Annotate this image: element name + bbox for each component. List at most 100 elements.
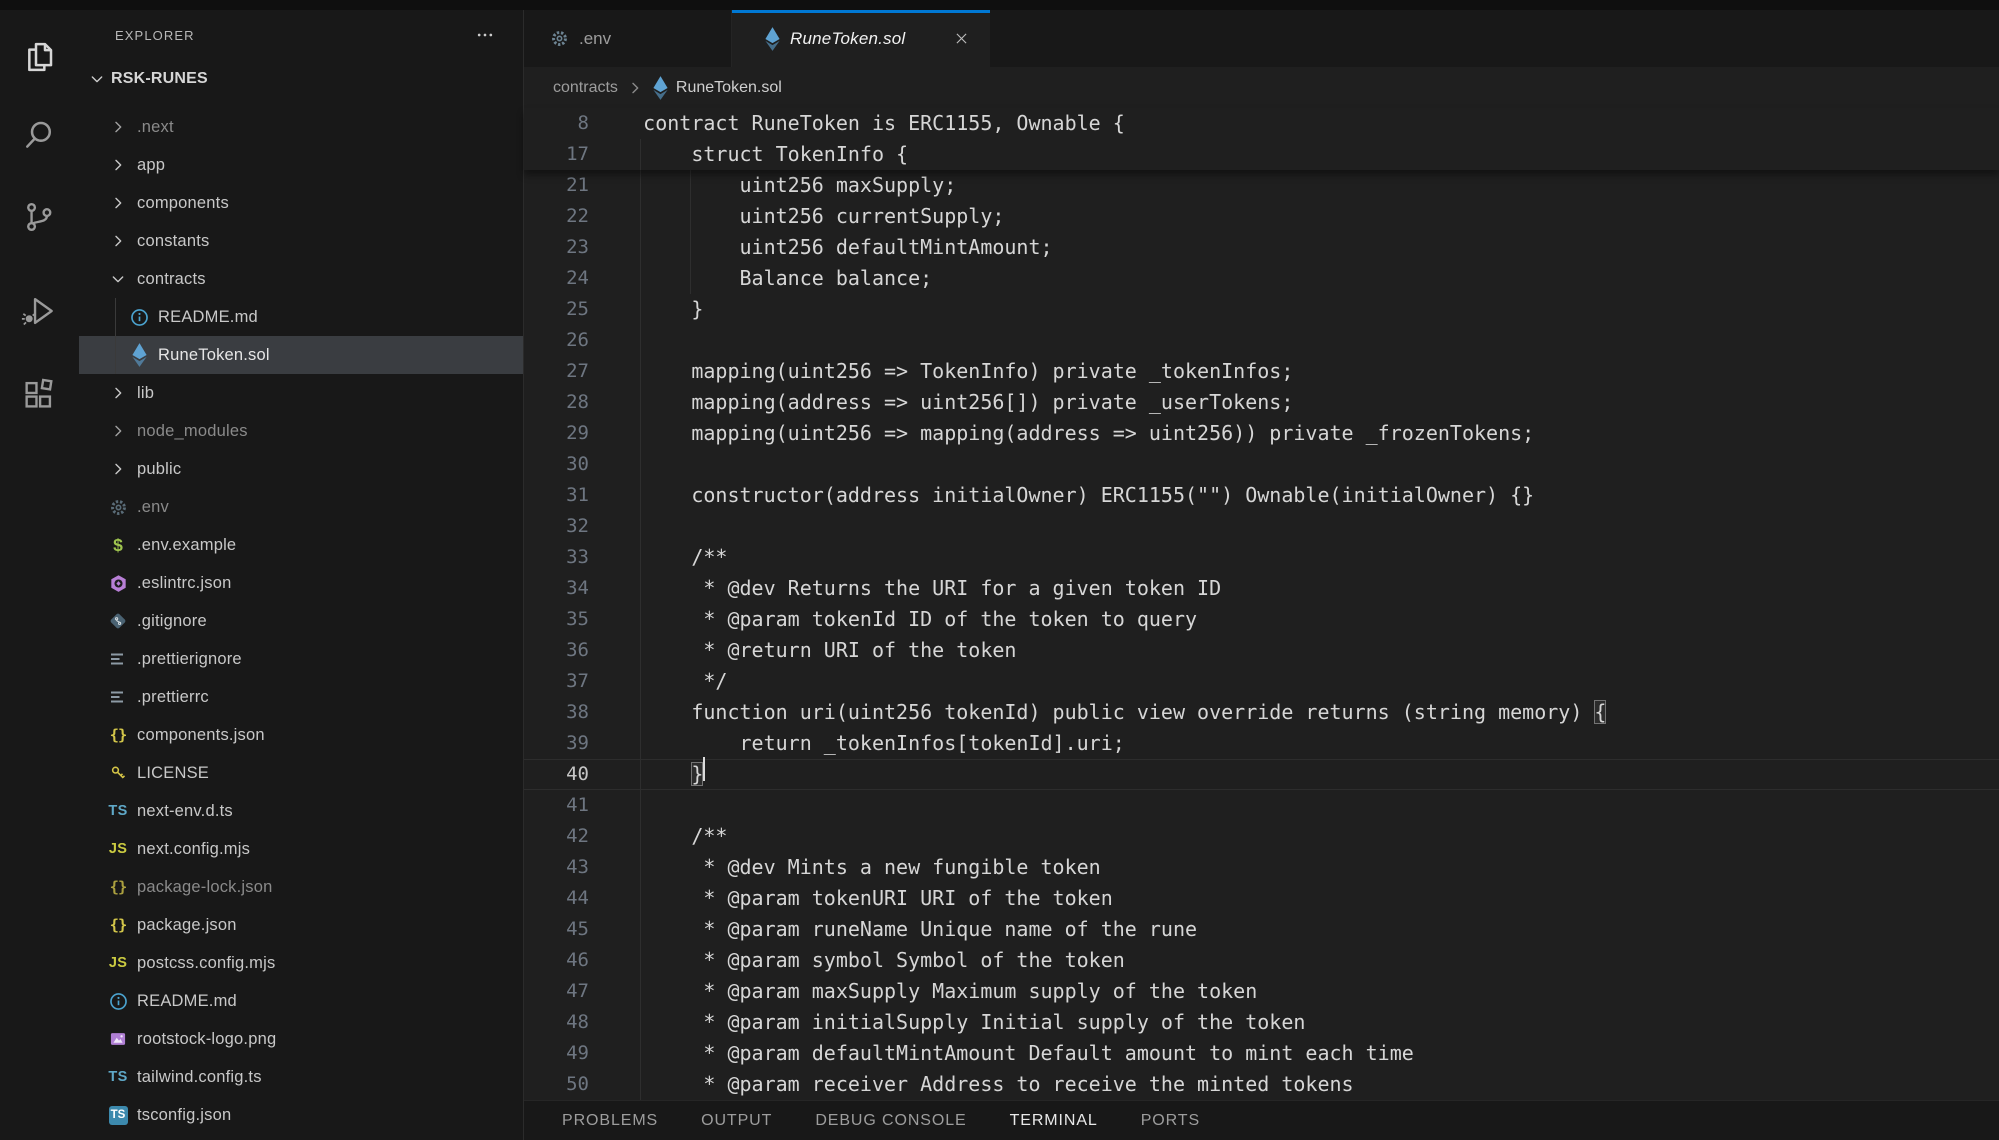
tree-file--prettierrc[interactable]: .prettierrc bbox=[79, 678, 523, 716]
tree-file--env-example[interactable]: $.env.example bbox=[79, 526, 523, 564]
code-line-22[interactable]: 22 uint256 currentSupply; bbox=[524, 201, 1999, 232]
tree-folder-public[interactable]: public bbox=[79, 450, 523, 488]
code-line-24[interactable]: 24 Balance balance; bbox=[524, 263, 1999, 294]
code-line-47[interactable]: 47 * @param maxSupply Maximum supply of … bbox=[524, 976, 1999, 1007]
code-line-39[interactable]: 39 return _tokenInfos[tokenId].uri; bbox=[524, 728, 1999, 759]
code-line-32[interactable]: 32 bbox=[524, 511, 1999, 542]
tree-file-next-env-d-ts[interactable]: TSnext-env.d.ts bbox=[79, 792, 523, 830]
activity-search-icon[interactable] bbox=[0, 111, 78, 159]
activity-run-debug-icon[interactable] bbox=[0, 287, 78, 335]
code-line-28[interactable]: 28 mapping(address => uint256[]) private… bbox=[524, 387, 1999, 418]
code-line-35[interactable]: 35 * @param tokenId ID of the token to q… bbox=[524, 604, 1999, 635]
tree-item-label: .env bbox=[137, 498, 169, 517]
code-line-17[interactable]: 17 struct TokenInfo { bbox=[524, 139, 1999, 170]
tree-file-readme-md[interactable]: README.md bbox=[79, 298, 523, 336]
code-line-38[interactable]: 38 function uri(uint256 tokenId) public … bbox=[524, 697, 1999, 728]
breadcrumb-file[interactable]: RuneToken.sol bbox=[676, 79, 782, 97]
code-line-23[interactable]: 23 uint256 defaultMintAmount; bbox=[524, 232, 1999, 263]
tree-file-tailwind-config-ts[interactable]: TStailwind.config.ts bbox=[79, 1058, 523, 1096]
code-text: uint256 maxSupply; bbox=[595, 170, 956, 201]
indent-guide bbox=[640, 1007, 641, 1038]
indent-guide bbox=[640, 697, 641, 728]
code-line-42[interactable]: 42 /** bbox=[524, 821, 1999, 852]
lines-icon bbox=[106, 685, 130, 709]
tree-item-label: .prettierrc bbox=[137, 688, 209, 707]
code-line-25[interactable]: 25 } bbox=[524, 294, 1999, 325]
code-text: return _tokenInfos[tokenId].uri; bbox=[595, 728, 1125, 759]
tree-file--env[interactable]: .env bbox=[79, 488, 523, 526]
ts-icon: TS bbox=[106, 799, 130, 823]
tree-file-readme-md[interactable]: README.md bbox=[79, 982, 523, 1020]
close-icon[interactable] bbox=[953, 30, 970, 47]
line-number: 21 bbox=[524, 170, 595, 201]
code-line-34[interactable]: 34 * @dev Returns the URI for a given to… bbox=[524, 573, 1999, 604]
code-line-30[interactable]: 30 bbox=[524, 449, 1999, 480]
code-line-44[interactable]: 44 * @param tokenURI URI of the token bbox=[524, 883, 1999, 914]
code-line-40[interactable]: 40 } bbox=[524, 759, 1999, 790]
tree-item-label: .prettierignore bbox=[137, 650, 242, 669]
tree-folder-constants[interactable]: constants bbox=[79, 222, 523, 260]
more-actions-icon[interactable] bbox=[475, 25, 495, 50]
code-line-37[interactable]: 37 */ bbox=[524, 666, 1999, 697]
tree-folder-lib[interactable]: lib bbox=[79, 374, 523, 412]
code-line-29[interactable]: 29 mapping(uint256 => mapping(address =>… bbox=[524, 418, 1999, 449]
chevron-right-icon bbox=[627, 80, 643, 96]
tree-folder-contracts[interactable]: contracts bbox=[79, 260, 523, 298]
code-line-49[interactable]: 49 * @param defaultMintAmount Default am… bbox=[524, 1038, 1999, 1069]
panel-tab-problems[interactable]: PROBLEMS bbox=[562, 1112, 658, 1130]
activity-source-control-icon[interactable] bbox=[0, 193, 78, 241]
code-line-50[interactable]: 50 * @param receiver Address to receive … bbox=[524, 1069, 1999, 1100]
code-line-43[interactable]: 43 * @dev Mints a new fungible token bbox=[524, 852, 1999, 883]
tree-item-label: .eslintrc.json bbox=[137, 574, 232, 593]
code-line-26[interactable]: 26 bbox=[524, 325, 1999, 356]
code-area[interactable]: 21 uint256 maxSupply;22 uint256 currentS… bbox=[524, 170, 1999, 1100]
tree-file-package-json[interactable]: {}package.json bbox=[79, 906, 523, 944]
tree-file-package-lock-json[interactable]: {}package-lock.json bbox=[79, 868, 523, 906]
code-line-21[interactable]: 21 uint256 maxSupply; bbox=[524, 170, 1999, 201]
sticky-scroll[interactable]: 8 contract RuneToken is ERC1155, Ownable… bbox=[524, 108, 1999, 170]
panel-tab-ports[interactable]: PORTS bbox=[1141, 1112, 1200, 1130]
activity-explorer-icon[interactable] bbox=[0, 33, 78, 81]
tree-file--gitignore[interactable]: .gitignore bbox=[79, 602, 523, 640]
activity-extensions-icon[interactable] bbox=[0, 371, 78, 419]
tree-file-postcss-config-mjs[interactable]: JSpostcss.config.mjs bbox=[79, 944, 523, 982]
tree-file-rootstock-logo-png[interactable]: rootstock-logo.png bbox=[79, 1020, 523, 1058]
tree-file-tsconfig-json[interactable]: TStsconfig.json bbox=[79, 1096, 523, 1134]
code-text: mapping(uint256 => TokenInfo) private _t… bbox=[595, 356, 1293, 387]
code-line-48[interactable]: 48 * @param initialSupply Initial supply… bbox=[524, 1007, 1999, 1038]
code-line-31[interactable]: 31 constructor(address initialOwner) ERC… bbox=[524, 480, 1999, 511]
tree-file--prettierignore[interactable]: .prettierignore bbox=[79, 640, 523, 678]
code-text: } bbox=[595, 759, 703, 790]
tab--env[interactable]: .env bbox=[524, 10, 732, 67]
code-line-46[interactable]: 46 * @param symbol Symbol of the token bbox=[524, 945, 1999, 976]
project-root-row[interactable]: RSK-RUNES bbox=[79, 60, 523, 97]
breadcrumb[interactable]: contracts RuneToken.sol bbox=[524, 67, 1999, 108]
tree-item-label: README.md bbox=[158, 308, 258, 327]
code-line-27[interactable]: 27 mapping(uint256 => TokenInfo) private… bbox=[524, 356, 1999, 387]
tree-folder--next[interactable]: .next bbox=[79, 108, 523, 146]
code-text: * @param tokenId ID of the token to quer… bbox=[595, 604, 1197, 635]
tree-file-license[interactable]: LICENSE bbox=[79, 754, 523, 792]
panel-tab-debug-console[interactable]: DEBUG CONSOLE bbox=[815, 1112, 966, 1130]
tree-folder-components[interactable]: components bbox=[79, 184, 523, 222]
line-number: 36 bbox=[524, 635, 595, 666]
tree-folder-app[interactable]: app bbox=[79, 146, 523, 184]
code-line-45[interactable]: 45 * @param runeName Unique name of the … bbox=[524, 914, 1999, 945]
code-line-8[interactable]: 8 contract RuneToken is ERC1155, Ownable… bbox=[524, 108, 1999, 139]
tree-file--eslintrc-json[interactable]: .eslintrc.json bbox=[79, 564, 523, 602]
code-text: * @param initialSupply Initial supply of… bbox=[595, 1007, 1305, 1038]
code-line-41[interactable]: 41 bbox=[524, 790, 1999, 821]
tree-file-next-config-mjs[interactable]: JSnext.config.mjs bbox=[79, 830, 523, 868]
tree-file-components-json[interactable]: {}components.json bbox=[79, 716, 523, 754]
tree-file-runetoken-sol[interactable]: RuneToken.sol bbox=[79, 336, 523, 374]
line-number: 46 bbox=[524, 945, 595, 976]
breadcrumb-folder[interactable]: contracts bbox=[553, 79, 618, 97]
tree-folder-node-modules[interactable]: node_modules bbox=[79, 412, 523, 450]
panel-tab-terminal[interactable]: TERMINAL bbox=[1010, 1112, 1098, 1130]
indent-guide bbox=[115, 298, 116, 336]
code-line-36[interactable]: 36 * @return URI of the token bbox=[524, 635, 1999, 666]
braces-icon: {} bbox=[106, 723, 130, 747]
panel-tab-output[interactable]: OUTPUT bbox=[701, 1112, 772, 1130]
tab-runetoken-sol[interactable]: RuneToken.sol bbox=[732, 10, 990, 67]
code-line-33[interactable]: 33 /** bbox=[524, 542, 1999, 573]
